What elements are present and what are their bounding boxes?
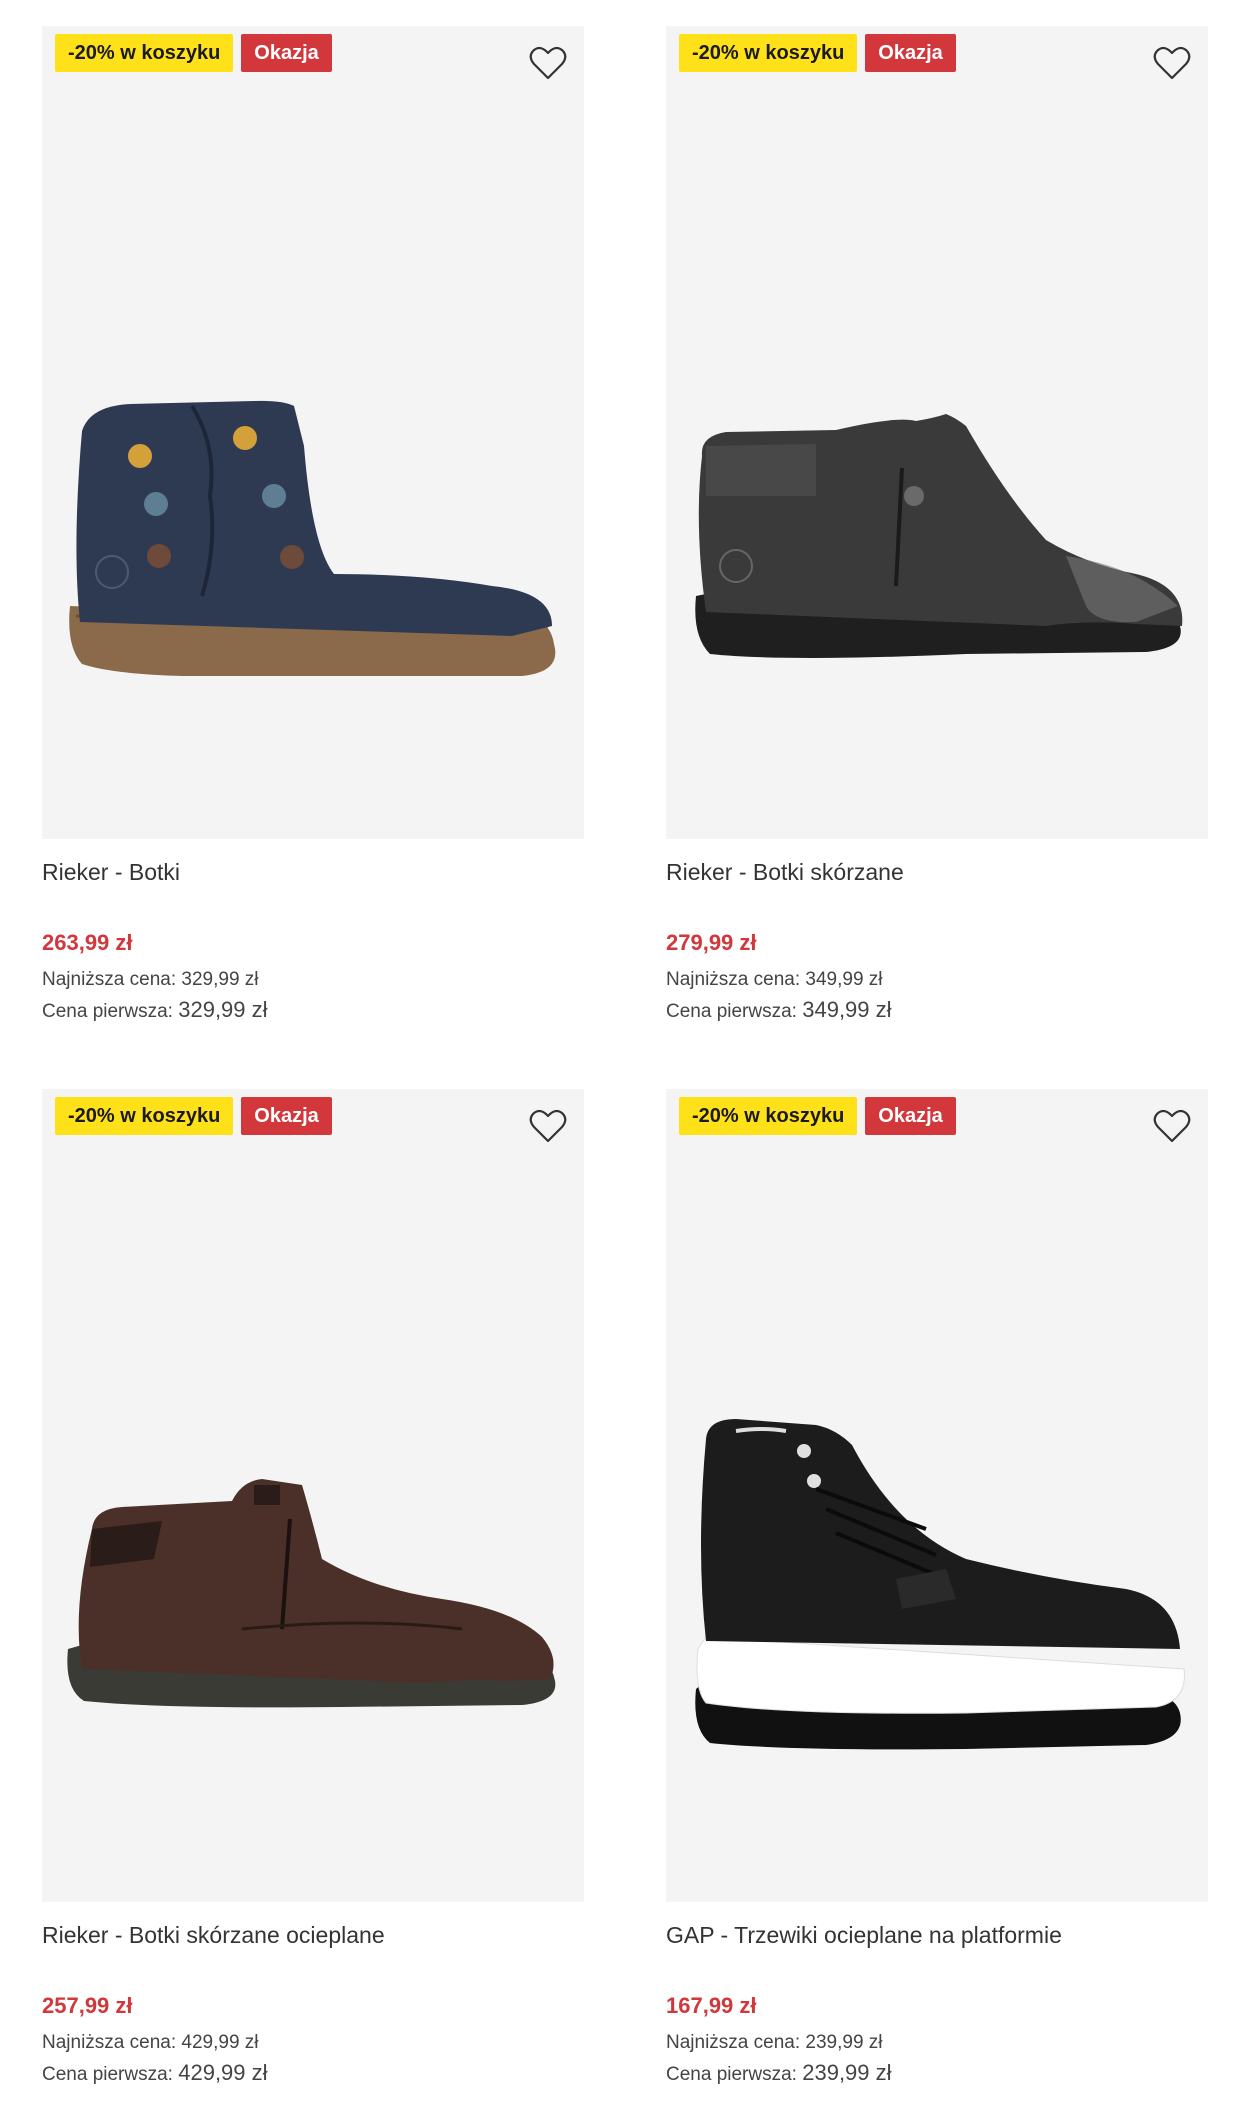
product-name[interactable]: Rieker - Botki skórzane <box>666 857 1208 887</box>
discount-badge: -20% w koszyku <box>55 34 234 72</box>
product-name[interactable]: Rieker - Botki <box>42 857 584 887</box>
lowest-price-row: Najniższa cena: 429,99 zł <box>42 2028 584 2058</box>
product-image-black-platform-sneaker[interactable] <box>666 1089 1208 1902</box>
deal-badge: Okazja <box>241 34 332 72</box>
original-price-row: Cena pierwsza: 429,99 zł <box>42 2058 584 2090</box>
original-price-label: Cena pierwsza: <box>42 1001 173 1022</box>
discount-badge: -20% w koszyku <box>679 1097 858 1135</box>
lowest-price-value: 349,99 zł <box>805 969 883 990</box>
lowest-price-label: Najniższa cena: <box>666 969 801 990</box>
lowest-price-row: Najniższa cena: 349,99 zł <box>666 965 1208 995</box>
product-name[interactable]: GAP - Trzewiki ocieplane na platformie <box>666 1920 1208 1950</box>
lowest-price-row: Najniższa cena: 329,99 zł <box>42 965 584 995</box>
product-card[interactable]: -20% w koszyku Okazja Rieker - Botki 263… <box>42 26 584 1027</box>
product-price: 257,99 zł <box>42 1993 133 2018</box>
original-price-label: Cena pierwsza: <box>666 2064 797 2085</box>
heart-outline-icon[interactable] <box>1152 1107 1192 1145</box>
product-image-black-leather-boot[interactable] <box>666 26 1208 839</box>
original-price-value: 239,99 zł <box>802 2060 892 2085</box>
deal-badge: Okazja <box>241 1097 332 1135</box>
lowest-price-label: Najniższa cena: <box>42 969 177 990</box>
original-price-label: Cena pierwsza: <box>42 2064 173 2085</box>
original-price-value: 349,99 zł <box>802 997 892 1022</box>
product-price: 279,99 zł <box>666 930 757 955</box>
product-price: 167,99 zł <box>666 1993 757 2018</box>
product-price: 263,99 zł <box>42 930 133 955</box>
lowest-price-value: 329,99 zł <box>181 969 259 990</box>
lowest-price-row: Najniższa cena: 239,99 zł <box>666 2028 1208 2058</box>
heart-outline-icon[interactable] <box>528 1107 568 1145</box>
discount-badge: -20% w koszyku <box>679 34 858 72</box>
lowest-price-value: 239,99 zł <box>805 2032 883 2053</box>
product-card[interactable]: -20% w koszyku Okazja GAP - Trzewiki oci… <box>666 1089 1208 2090</box>
original-price-row: Cena pierwsza: 349,99 zł <box>666 995 1208 1027</box>
deal-badge: Okazja <box>865 1097 956 1135</box>
original-price-value: 329,99 zł <box>178 997 268 1022</box>
product-image-area[interactable]: -20% w koszyku Okazja <box>666 1089 1208 1902</box>
lowest-price-label: Najniższa cena: <box>42 2032 177 2053</box>
product-image-area[interactable]: -20% w koszyku Okazja <box>42 26 584 839</box>
product-card[interactable]: -20% w koszyku Okazja Rieker - Botki skó… <box>42 1089 584 2090</box>
original-price-label: Cena pierwsza: <box>666 1001 797 1022</box>
deal-badge: Okazja <box>865 34 956 72</box>
product-image-area[interactable]: -20% w koszyku Okazja <box>666 26 1208 839</box>
product-image-area[interactable]: -20% w koszyku Okazja <box>42 1089 584 1902</box>
product-name[interactable]: Rieker - Botki skórzane ocieplane <box>42 1920 584 1950</box>
product-image-brown-leather-boot[interactable] <box>42 1089 584 1902</box>
original-price-row: Cena pierwsza: 329,99 zł <box>42 995 584 1027</box>
heart-outline-icon[interactable] <box>1152 44 1192 82</box>
lowest-price-value: 429,99 zł <box>181 2032 259 2053</box>
original-price-value: 429,99 zł <box>178 2060 268 2085</box>
discount-badge: -20% w koszyku <box>55 1097 234 1135</box>
product-image-blue-ankle-boot[interactable] <box>42 26 584 839</box>
original-price-row: Cena pierwsza: 239,99 zł <box>666 2058 1208 2090</box>
lowest-price-label: Najniższa cena: <box>666 2032 801 2053</box>
product-card[interactable]: -20% w koszyku Okazja Rieker - Botki skó… <box>666 26 1208 1027</box>
heart-outline-icon[interactable] <box>528 44 568 82</box>
